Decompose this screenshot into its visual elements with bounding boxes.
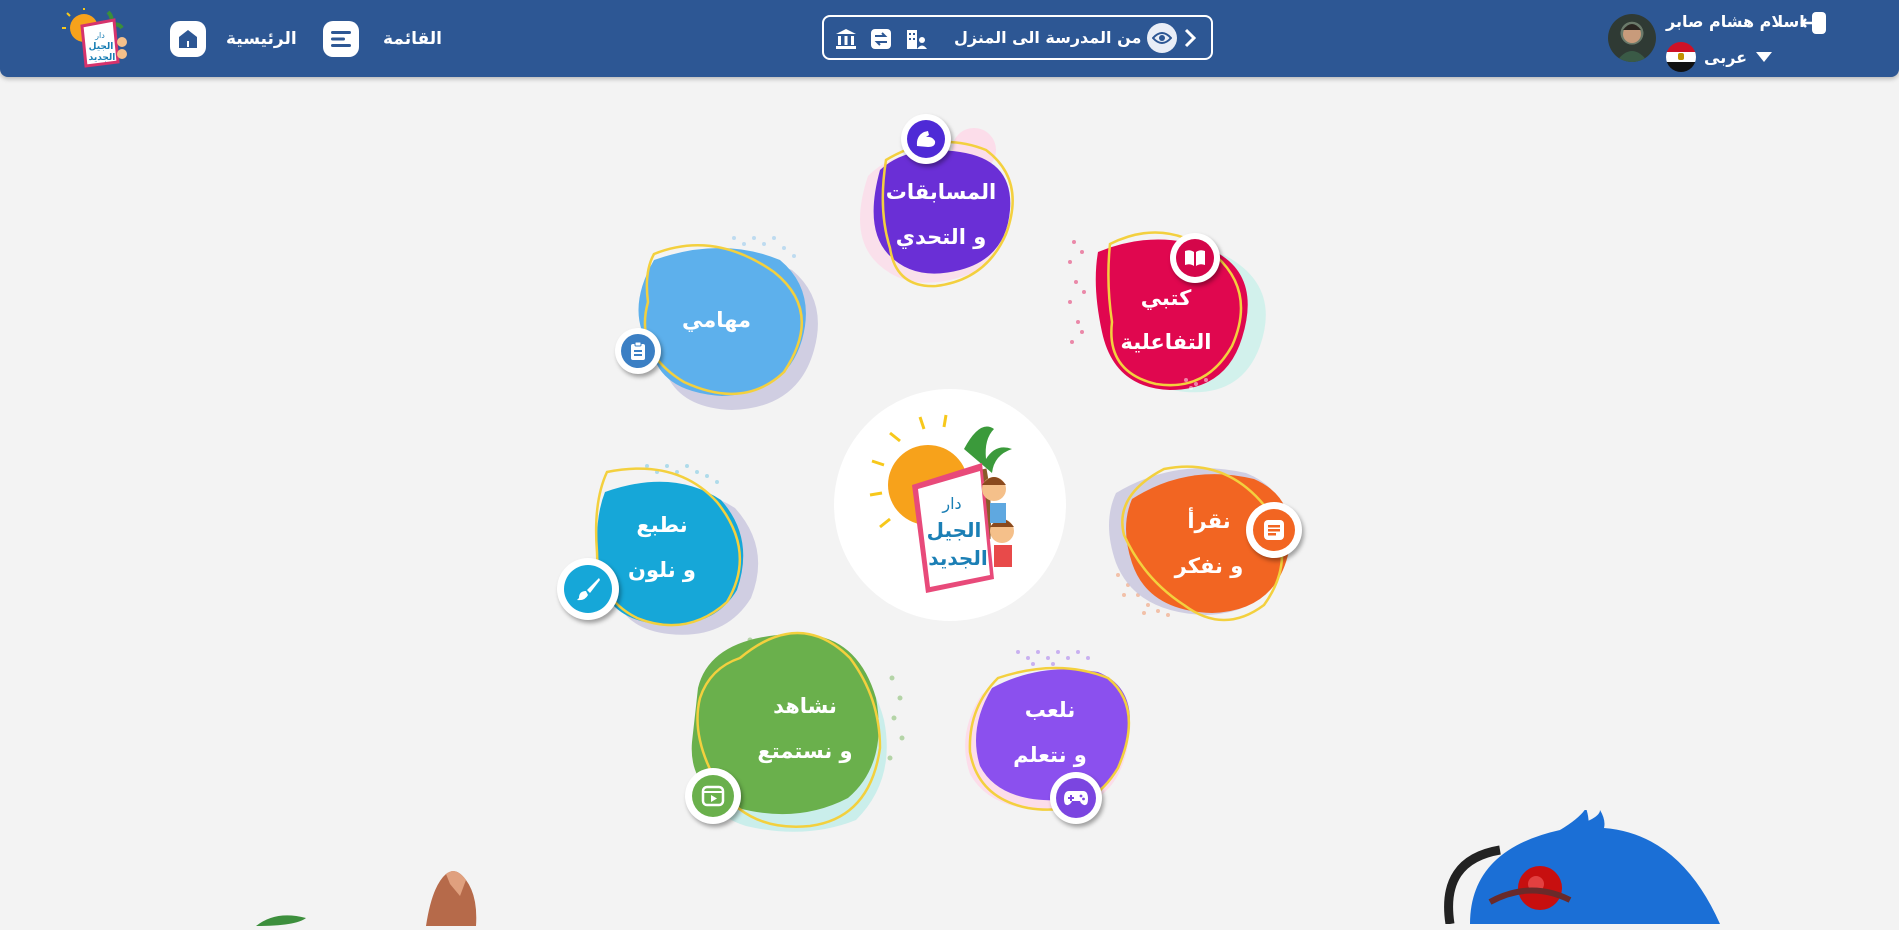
svg-text:دار: دار: [94, 31, 105, 40]
video-icon: [692, 775, 734, 817]
muscle-icon: [907, 120, 945, 158]
svg-text:الجيل: الجيل: [89, 42, 114, 52]
school-selector[interactable]: من المدرسة الى المنزل: [822, 15, 1213, 60]
clipboard-icon: [621, 334, 655, 368]
tile-watch-line1: نشاهد: [773, 694, 837, 718]
eye-icon[interactable]: [1147, 23, 1177, 53]
tile-books-badge: [1170, 233, 1220, 283]
tile-play-line1: نلعب: [1024, 698, 1076, 722]
user-avatar[interactable]: [1608, 14, 1656, 62]
swap-icon[interactable]: [869, 27, 893, 51]
list-icon: [1253, 509, 1295, 551]
school-title: من المدرسة الى المنزل: [954, 28, 1142, 47]
nav-home[interactable]: الرئيسية: [170, 20, 297, 58]
tile-competitions-line2: و التحدي: [895, 225, 987, 249]
brush-icon: [564, 565, 612, 613]
home-icon: [170, 21, 206, 57]
tile-play-badge: [1050, 772, 1102, 824]
tile-books-line2: التفاعلية: [1120, 330, 1212, 354]
egypt-flag-icon: [1666, 42, 1696, 72]
nav-menu-label: القائمة: [383, 29, 442, 49]
logout-icon[interactable]: [1800, 10, 1828, 38]
top-bar: دار الجيل الجديد الرئيسية القائمة من الم…: [0, 0, 1899, 77]
tile-print-line1: نطبع: [636, 513, 688, 537]
center-logo-line3: الجديد: [928, 546, 987, 570]
tile-read-badge: [1246, 502, 1302, 558]
language-label: عربى: [1704, 47, 1748, 67]
tile-competitions-line1: المسابقات: [885, 180, 997, 204]
tile-books-line1: كتبي: [1140, 286, 1192, 310]
tile-watch-line2: و نستمتع: [757, 739, 853, 763]
rock-decoration: [256, 866, 516, 926]
language-selector[interactable]: عربى: [1666, 42, 1773, 72]
gamepad-icon: [1056, 778, 1096, 818]
book-open-icon: [1176, 239, 1214, 277]
tile-play-line2: و نتعلم: [1013, 743, 1087, 767]
tile-print[interactable]: نطبع و نلون: [557, 462, 767, 635]
center-logo: دار الجيل الجديد: [834, 389, 1066, 621]
site-logo[interactable]: دار الجيل الجديد: [62, 6, 136, 68]
menu-icon: [323, 21, 359, 57]
user-name: اسلام هشام صابر: [1666, 12, 1805, 31]
center-logo-line1: دار: [941, 494, 961, 514]
nav-menu[interactable]: القائمة: [323, 20, 442, 58]
tile-print-badge: [557, 558, 619, 620]
tile-competitions[interactable]: المسابقات و التحدي: [856, 114, 1026, 295]
caret-down-icon: [1755, 48, 1773, 67]
tile-books[interactable]: كتبي التفاعلية: [1066, 222, 1266, 398]
building-user-icon[interactable]: [904, 27, 928, 51]
tile-watch[interactable]: نشاهد و نستمتع: [680, 618, 930, 833]
museum-icon[interactable]: [834, 27, 858, 51]
mascot-decoration: [1430, 808, 1790, 925]
tile-watch-badge: [685, 768, 741, 824]
chevron-right-icon[interactable]: [1184, 28, 1197, 52]
tile-play[interactable]: نلعب و نتعلم: [958, 648, 1142, 826]
tile-tasks-badge: [615, 328, 661, 374]
center-logo-line2: الجيل: [927, 518, 982, 542]
nav-home-label: الرئيسية: [226, 29, 297, 49]
tile-competitions-badge: [901, 114, 951, 164]
tile-read[interactable]: نقرأ و نفكر: [1104, 455, 1314, 625]
tile-tasks[interactable]: مهامي: [614, 232, 819, 410]
svg-text:الجديد: الجديد: [89, 53, 116, 63]
